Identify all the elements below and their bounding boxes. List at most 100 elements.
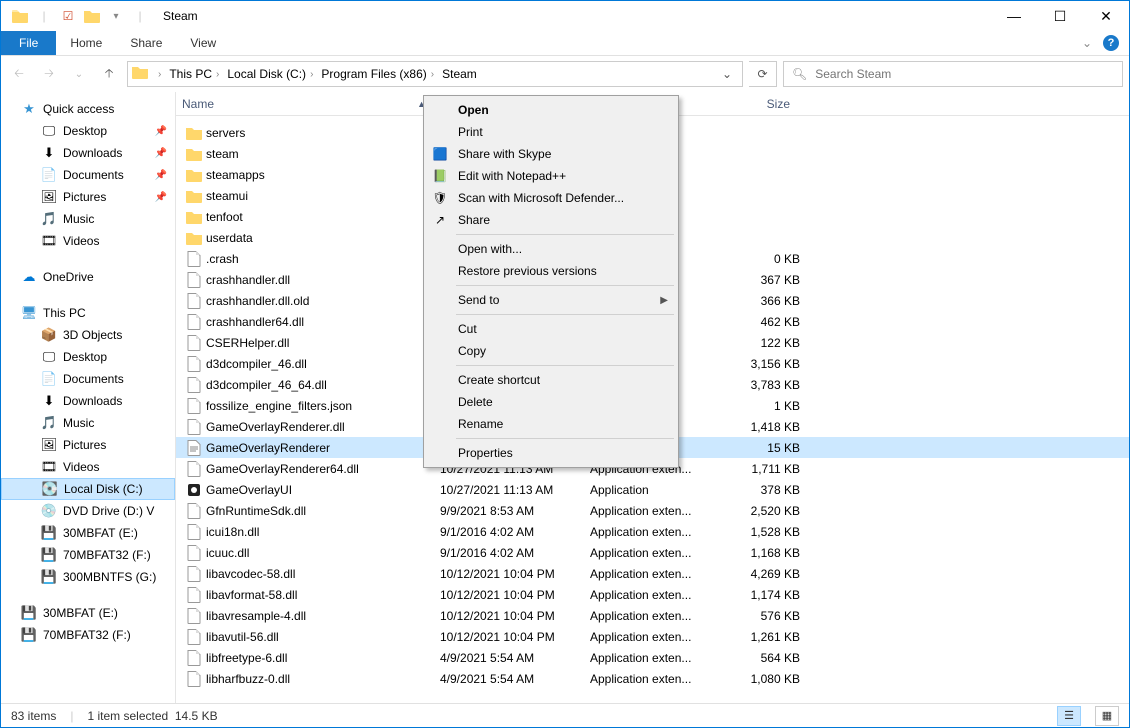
crumb-program-files[interactable]: Program Files (x86)› bbox=[317, 67, 438, 81]
nav-qa-videos[interactable]: 🎞Videos bbox=[1, 230, 175, 252]
navigation-pane[interactable]: ★Quick access 🖵Desktop📌⬇Downloads📌📄Docum… bbox=[1, 92, 176, 703]
nav-qa-pictures[interactable]: 🖼Pictures📌 bbox=[1, 186, 175, 208]
nav-this-pc[interactable]: 🖥This PC bbox=[1, 302, 175, 324]
nav-drive-70mbfat32-f-[interactable]: 💾70MBFAT32 (F:) bbox=[1, 624, 175, 646]
close-button[interactable]: ✕ bbox=[1083, 1, 1129, 31]
file-row[interactable]: libfreetype-6.dll4/9/2021 5:54 AMApplica… bbox=[176, 647, 1129, 668]
pin-icon: 📌 bbox=[155, 126, 167, 137]
tab-view[interactable]: View bbox=[176, 31, 230, 55]
nav-item-label: Desktop bbox=[63, 124, 107, 138]
menu-print[interactable]: Print bbox=[426, 121, 676, 143]
file-date: 9/9/2021 8:53 AM bbox=[440, 504, 590, 518]
nav-item-label: 30MBFAT (E:) bbox=[63, 526, 138, 540]
file-row[interactable]: libavcodec-58.dll10/12/2021 10:04 PMAppl… bbox=[176, 563, 1129, 584]
menu-rename[interactable]: Rename bbox=[426, 413, 676, 435]
nav-pc-music[interactable]: 🎵Music bbox=[1, 412, 175, 434]
nav-onedrive[interactable]: ☁OneDrive bbox=[1, 266, 175, 288]
file-row[interactable]: libavutil-56.dll10/12/2021 10:04 PMAppli… bbox=[176, 626, 1129, 647]
menu-restore-previous-versions[interactable]: Restore previous versions bbox=[426, 260, 676, 282]
qat-dropdown-icon[interactable]: ▾ bbox=[105, 5, 127, 27]
file-row[interactable]: libharfbuzz-0.dll4/9/2021 5:54 AMApplica… bbox=[176, 668, 1129, 689]
crumb-steam[interactable]: Steam bbox=[438, 67, 481, 81]
nav-qa-desktop[interactable]: 🖵 Desktop 📌 bbox=[1, 120, 175, 142]
file-row[interactable]: libavresample-4.dll10/12/2021 10:04 PMAp… bbox=[176, 605, 1129, 626]
crumb-sep[interactable]: › bbox=[154, 69, 165, 80]
nav-pc-desktop[interactable]: 🖵Desktop bbox=[1, 346, 175, 368]
nav-pc-documents[interactable]: 📄Documents bbox=[1, 368, 175, 390]
menu-cut[interactable]: Cut bbox=[426, 318, 676, 340]
search-input[interactable] bbox=[815, 67, 1114, 81]
nav-pc-70mbfat32-f-[interactable]: 💾 70MBFAT32 (F:) bbox=[1, 544, 175, 566]
breadcrumb-bar[interactable]: › This PC› Local Disk (C:)› Program File… bbox=[127, 61, 743, 87]
crumb-this-pc[interactable]: This PC› bbox=[165, 67, 223, 81]
address-bar-row: 🡠 🡢 ⌄ 🡡 › This PC› Local Disk (C:)› Prog… bbox=[1, 56, 1129, 92]
search-box[interactable]: 🔍︎ bbox=[783, 61, 1123, 87]
nav-item-label: Desktop bbox=[63, 350, 107, 364]
menu-open-with-[interactable]: Open with... bbox=[426, 238, 676, 260]
usb-icon: 💾 bbox=[41, 547, 57, 563]
nav-pc-dvd-drive-d-v[interactable]: 💿DVD Drive (D:) V bbox=[1, 500, 175, 522]
address-dropdown-icon[interactable]: ⌄ bbox=[716, 67, 738, 81]
view-details-button[interactable]: ☰ bbox=[1057, 706, 1081, 726]
file-date: 10/12/2021 10:04 PM bbox=[440, 567, 590, 581]
menu-scan-with-microsoft-defender-[interactable]: 🛡Scan with Microsoft Defender... bbox=[426, 187, 676, 209]
folder-small-icon[interactable] bbox=[81, 5, 103, 27]
menu-open[interactable]: Open bbox=[426, 99, 676, 121]
nav-item-label: 70MBFAT32 (F:) bbox=[63, 548, 151, 562]
menu-share[interactable]: ↗Share bbox=[426, 209, 676, 231]
file-icon bbox=[186, 587, 202, 603]
forward-button[interactable]: 🡢 bbox=[37, 62, 61, 86]
file-row[interactable]: GfnRuntimeSdk.dll9/9/2021 8:53 AMApplica… bbox=[176, 500, 1129, 521]
view-large-button[interactable]: ▦ bbox=[1095, 706, 1119, 726]
file-size: 378 KB bbox=[730, 483, 800, 497]
menu-edit-with-notepad-[interactable]: 📗Edit with Notepad++ bbox=[426, 165, 676, 187]
nav-drive-30mbfat-e-[interactable]: 💾30MBFAT (E:) bbox=[1, 602, 175, 624]
menu-copy[interactable]: Copy bbox=[426, 340, 676, 362]
nav-pc-downloads[interactable]: ⬇Downloads bbox=[1, 390, 175, 412]
file-row[interactable]: GameOverlayUI10/27/2021 11:13 AMApplicat… bbox=[176, 479, 1129, 500]
recent-dropdown-icon[interactable]: ⌄ bbox=[67, 62, 91, 86]
nav-qa-documents[interactable]: 📄Documents📌 bbox=[1, 164, 175, 186]
menu-label: Delete bbox=[458, 395, 493, 409]
nav-pc-300mbntfs-g-[interactable]: 💾300MBNTFS (G:) bbox=[1, 566, 175, 588]
file-row[interactable]: libavformat-58.dll10/12/2021 10:04 PMApp… bbox=[176, 584, 1129, 605]
help-button[interactable]: ? bbox=[1099, 31, 1123, 55]
menu-properties[interactable]: Properties bbox=[426, 442, 676, 464]
nav-quick-access[interactable]: ★Quick access bbox=[1, 98, 175, 120]
refresh-button[interactable]: ⟳ bbox=[749, 61, 777, 87]
column-name[interactable]: Name▲ bbox=[176, 97, 436, 111]
menu-share-with-skype[interactable]: 🟦Share with Skype bbox=[426, 143, 676, 165]
properties-icon[interactable]: ☑ bbox=[57, 5, 79, 27]
up-button[interactable]: 🡡 bbox=[97, 62, 121, 86]
file-tab[interactable]: File bbox=[1, 31, 56, 55]
menu-delete[interactable]: Delete bbox=[426, 391, 676, 413]
nav-pc-local-disk-c-[interactable]: 💽Local Disk (C:) bbox=[1, 478, 175, 500]
file-row[interactable]: icuuc.dll9/1/2016 4:02 AMApplication ext… bbox=[176, 542, 1129, 563]
nav-qa-downloads[interactable]: ⬇Downloads📌 bbox=[1, 142, 175, 164]
nav-pc-videos[interactable]: 🎞Videos bbox=[1, 456, 175, 478]
music-icon: 🎵 bbox=[41, 211, 57, 227]
nav-pc-pictures[interactable]: 🖼Pictures bbox=[1, 434, 175, 456]
crumb-local-disk[interactable]: Local Disk (C:)› bbox=[223, 67, 317, 81]
menu-separator bbox=[456, 234, 674, 235]
file-icon bbox=[186, 671, 202, 687]
menu-send-to[interactable]: Send to▶ bbox=[426, 289, 676, 311]
column-size[interactable]: Size bbox=[726, 97, 796, 111]
nav-item-label: Music bbox=[63, 212, 94, 226]
nav-pc-3d-objects[interactable]: 📦3D Objects bbox=[1, 324, 175, 346]
maximize-button[interactable]: ☐ bbox=[1037, 1, 1083, 31]
ribbon-collapse-icon[interactable]: ⌄ bbox=[1075, 31, 1099, 55]
tab-share[interactable]: Share bbox=[116, 31, 176, 55]
minimize-button[interactable]: ― bbox=[991, 1, 1037, 31]
nav-pc-30mbfat-e-[interactable]: 💾30MBFAT (E:) bbox=[1, 522, 175, 544]
nav-qa-music[interactable]: 🎵 Music bbox=[1, 208, 175, 230]
tab-home[interactable]: Home bbox=[56, 31, 116, 55]
file-row[interactable]: icui18n.dll9/1/2016 4:02 AMApplication e… bbox=[176, 521, 1129, 542]
exe-icon bbox=[186, 482, 202, 498]
back-button[interactable]: 🡠 bbox=[7, 62, 31, 86]
menu-create-shortcut[interactable]: Create shortcut bbox=[426, 369, 676, 391]
file-name: servers bbox=[206, 126, 440, 140]
file-name: GameOverlayUI bbox=[206, 483, 440, 497]
desktop-icon: 🖵 bbox=[41, 123, 57, 139]
search-icon: 🔍︎ bbox=[792, 67, 807, 81]
